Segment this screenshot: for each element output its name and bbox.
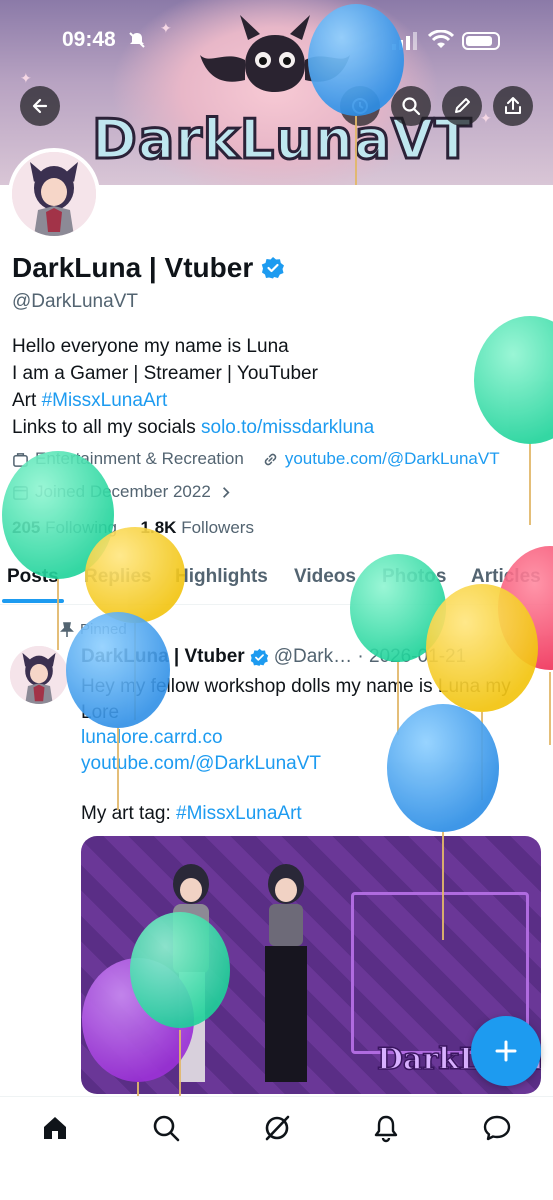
calendar-icon: [13, 485, 28, 500]
nav-home[interactable]: [40, 1113, 70, 1143]
tab-articles[interactable]: Articles: [471, 566, 541, 588]
share-icon: [505, 97, 521, 114]
post-handle-date: @Dark… · 2026-01-21: [273, 646, 467, 667]
profile-website-link[interactable]: youtube.com/@DarkLunaVT: [285, 449, 500, 469]
verified-badge-icon[interactable]: [261, 256, 285, 280]
pencil-icon: [455, 98, 470, 113]
followers-count: 1.8K: [140, 518, 177, 537]
nav-messages[interactable]: [482, 1113, 512, 1143]
character-art: [173, 864, 307, 1082]
cellular-signal-icon: [392, 32, 417, 50]
bio-text: Art: [12, 390, 42, 411]
bell-icon: [374, 1115, 398, 1143]
post-link[interactable]: youtube.com/@DarkLunaVT: [81, 751, 541, 777]
follow-stats: 205 Following 1.8K Followers: [12, 518, 254, 538]
bio-line: Art #MissxLunaArt: [12, 387, 374, 414]
post-author-name[interactable]: DarkLuna | Vtuber: [81, 646, 245, 668]
pinned-label: Pinned: [60, 621, 127, 638]
status-bar: 09:48: [0, 28, 553, 58]
post-header: DarkLuna | Vtuber @Dark… · 2026-01-21: [81, 646, 466, 668]
profile-category: Entertainment & Recreation: [35, 449, 244, 468]
profile-avatar[interactable]: [8, 148, 100, 240]
chat-bubble-icon: [483, 1115, 511, 1141]
verified-badge-icon: [250, 648, 268, 666]
balloon: [474, 316, 553, 525]
chevron-right-icon[interactable]: [217, 484, 234, 501]
bio-line: I am a Gamer | Streamer | YouTuber: [12, 363, 318, 384]
home-icon: [44, 1117, 66, 1139]
tab-videos[interactable]: Videos: [294, 566, 356, 588]
active-tab-indicator: [2, 599, 64, 603]
post-link[interactable]: lunalore.carrd.co: [81, 725, 541, 751]
back-button[interactable]: [20, 86, 60, 126]
post-text-line: My art tag: #MissxLunaArt: [81, 801, 541, 827]
grok-icon: [265, 1115, 290, 1141]
profile-name: DarkLuna | Vtuber: [12, 252, 254, 283]
tab-highlights[interactable]: Highlights: [175, 566, 268, 588]
briefcase-icon: [13, 452, 28, 467]
compose-post-button[interactable]: [471, 1016, 541, 1086]
joined-date: Joined December 2022: [35, 482, 211, 501]
bottom-navigation: [0, 1096, 553, 1200]
post-spacer: [81, 776, 541, 801]
profile-joined: Joined December 2022: [12, 482, 234, 502]
nav-search[interactable]: [151, 1113, 181, 1143]
hashtag-link[interactable]: #MissxLunaArt: [176, 803, 302, 824]
search-icon: [402, 97, 421, 116]
bio-line: Hello everyone my name is Luna: [12, 336, 289, 357]
status-time: 09:48: [62, 28, 116, 51]
plus-icon: [495, 1040, 517, 1062]
tab-posts[interactable]: Posts: [7, 566, 59, 588]
bell-mute-icon: [129, 32, 145, 48]
battery-icon: [462, 32, 500, 50]
avatar-character-art: [10, 646, 68, 704]
search-icon: [153, 1115, 180, 1142]
share-button[interactable]: [493, 86, 533, 126]
post-text-line: Hey my fellow workshop dolls my name is …: [81, 676, 511, 697]
pin-icon: [60, 621, 74, 637]
star-decoration: ✦: [20, 70, 32, 86]
post-text-line: Lore: [81, 701, 120, 723]
nav-grok[interactable]: [262, 1113, 292, 1143]
search-button[interactable]: [391, 86, 431, 126]
following-label: Following: [45, 518, 117, 537]
followers-label: Followers: [181, 518, 254, 537]
nav-notifications[interactable]: [371, 1113, 401, 1143]
bio-text: Links to all my socials: [12, 417, 202, 438]
following-count: 205: [12, 518, 41, 537]
history-button[interactable]: [340, 86, 380, 126]
hashtag-link[interactable]: #MissxLunaArt: [42, 390, 168, 411]
avatar-character-art: [12, 152, 96, 236]
star-decoration: ✦: [480, 110, 492, 126]
back-arrow-icon: [32, 98, 48, 114]
followers-link[interactable]: 1.8K Followers: [141, 518, 254, 537]
profile-bio: Hello everyone my name is Luna I am a Ga…: [12, 333, 374, 441]
tab-photos[interactable]: Photos: [382, 566, 446, 588]
post-avatar[interactable]: [10, 646, 68, 704]
profile-name-row: DarkLuna | Vtuber: [12, 252, 285, 284]
bio-line: Links to all my socials solo.to/missdark…: [12, 414, 374, 441]
wifi-icon: [428, 30, 454, 48]
socials-link[interactable]: solo.to/missdarkluna: [201, 417, 374, 438]
link-icon: [264, 453, 277, 465]
pinned-text: Pinned: [80, 621, 127, 638]
history-icon: [352, 98, 368, 114]
edit-button[interactable]: [442, 86, 482, 126]
profile-meta: Entertainment & Recreation youtube.com/@…: [12, 449, 500, 469]
art-tag-label: My art tag:: [81, 803, 177, 824]
following-link[interactable]: 205 Following: [12, 518, 117, 537]
profile-tabs: Posts Replies Highlights Videos Photos A…: [0, 560, 553, 605]
bat-illustration: [200, 15, 350, 92]
profile-handle: @DarkLunaVT: [12, 291, 138, 312]
post-body: Hey my fellow workshop dolls my name is …: [81, 674, 541, 827]
tab-replies[interactable]: Replies: [84, 566, 152, 588]
